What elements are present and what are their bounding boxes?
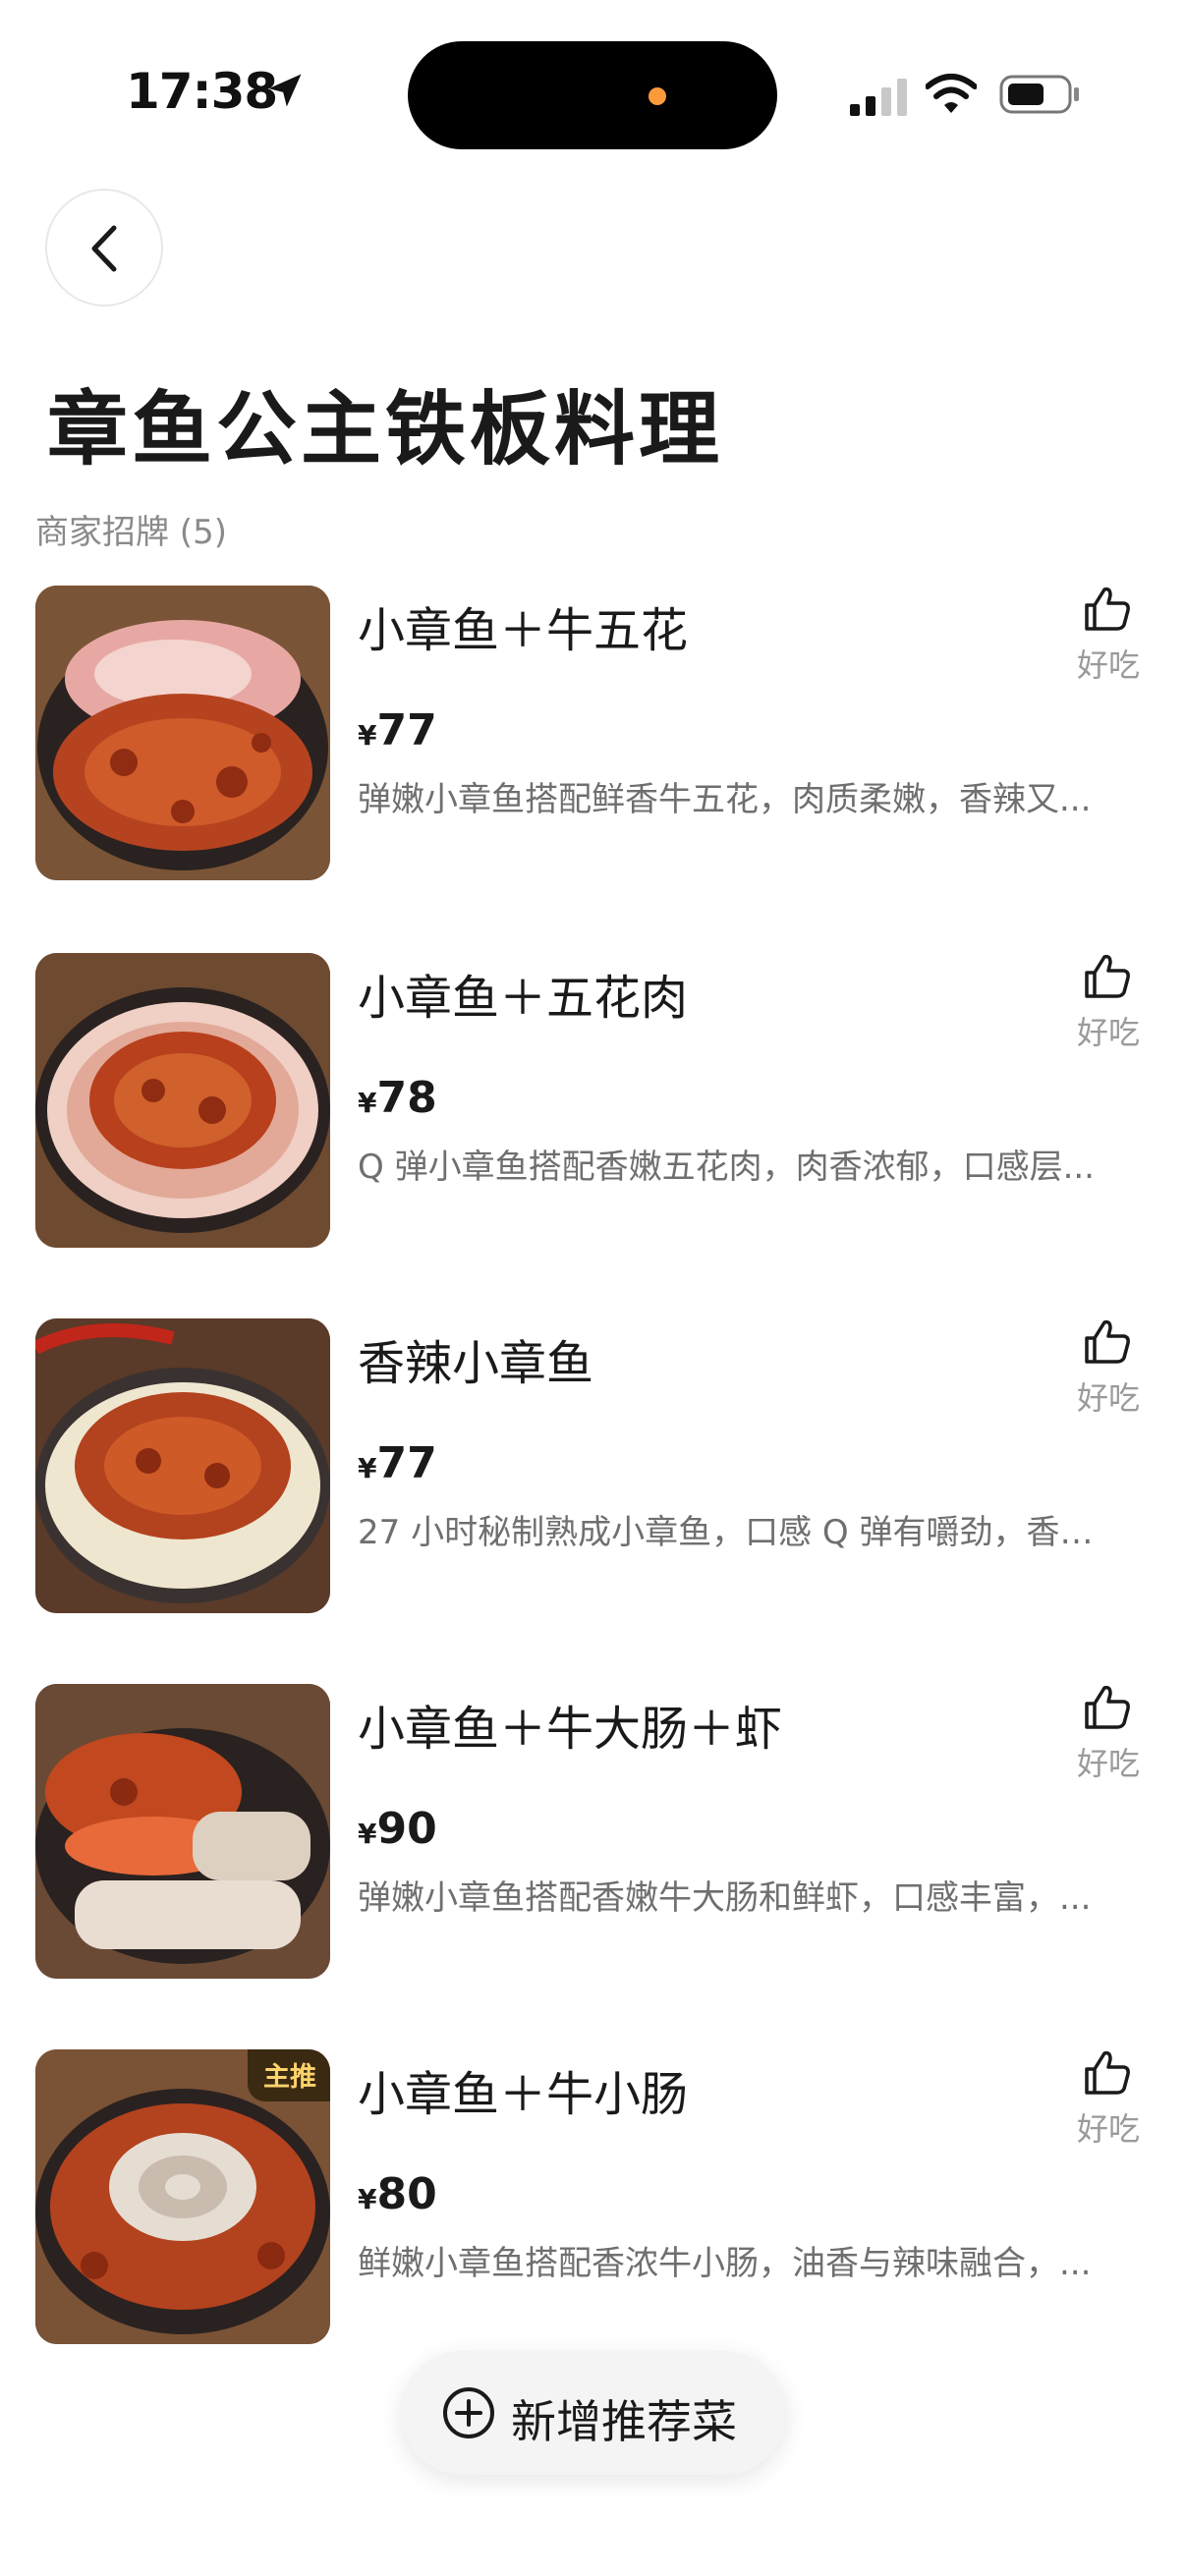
list-item[interactable]: 小章鱼＋牛五花 好吃 ¥77 弹嫩小章鱼搭配鲜香牛五花，肉质柔嫩，香辣又... bbox=[0, 586, 1185, 890]
dish-name: 小章鱼＋五花肉 bbox=[358, 971, 689, 1026]
location-arrow-icon bbox=[268, 74, 302, 107]
dish-description: 27 小时秘制熟成小章鱼，口感 Q 弹有嚼劲，香辣... bbox=[358, 1513, 1124, 1552]
privacy-indicator-dot bbox=[649, 87, 666, 105]
dish-photo bbox=[35, 586, 330, 880]
add-circle-icon bbox=[443, 2387, 494, 2438]
dish-price: ¥78 bbox=[358, 1073, 437, 1123]
currency-symbol: ¥ bbox=[358, 1087, 377, 1119]
like-label: 好吃 bbox=[1077, 2110, 1141, 2148]
dish-photo bbox=[35, 1318, 330, 1613]
price-value: 90 bbox=[376, 1804, 437, 1854]
like-button[interactable]: 好吃 bbox=[1061, 953, 1156, 1051]
thumbs-up-icon bbox=[1085, 1685, 1130, 1729]
section-label: 商家招牌 (5) bbox=[35, 513, 227, 552]
like-button[interactable]: 好吃 bbox=[1061, 1318, 1156, 1417]
dish-description: 鲜嫩小章鱼搭配香浓牛小肠，油香与辣味融合，... bbox=[358, 2244, 1092, 2283]
thumbs-up-icon bbox=[1085, 587, 1130, 631]
dish-name: 小章鱼＋牛五花 bbox=[358, 603, 689, 658]
thumbs-up-icon bbox=[1085, 1319, 1130, 1364]
dish-price: ¥90 bbox=[358, 1804, 437, 1854]
add-button-label: 新增推荐菜 bbox=[511, 2395, 737, 2448]
price-value: 80 bbox=[376, 2169, 437, 2219]
like-button[interactable]: 好吃 bbox=[1061, 1684, 1156, 1782]
like-label: 好吃 bbox=[1077, 1014, 1141, 1051]
thumbs-up-icon bbox=[1085, 2050, 1130, 2095]
currency-symbol: ¥ bbox=[358, 719, 377, 752]
battery-icon bbox=[999, 75, 1079, 114]
like-label: 好吃 bbox=[1077, 646, 1141, 684]
dish-photo bbox=[35, 953, 330, 1248]
dish-description: 弹嫩小章鱼搭配香嫩牛大肠和鲜虾，口感丰富，... bbox=[358, 1878, 1092, 1918]
back-button[interactable] bbox=[45, 189, 163, 307]
list-item[interactable]: 小章鱼＋五花肉 好吃 ¥78 Q 弹小章鱼搭配香嫩五花肉，肉香浓郁，口感层... bbox=[0, 953, 1185, 1258]
dish-description: 弹嫩小章鱼搭配鲜香牛五花，肉质柔嫩，香辣又... bbox=[358, 780, 1092, 819]
featured-badge: 主推 bbox=[248, 2049, 330, 2101]
dish-name: 小章鱼＋牛大肠＋虾 bbox=[358, 1702, 783, 1757]
list-item[interactable]: 小章鱼＋牛大肠＋虾 好吃 ¥90 弹嫩小章鱼搭配香嫩牛大肠和鲜虾，口感丰富，..… bbox=[0, 1684, 1185, 1988]
price-value: 78 bbox=[376, 1073, 437, 1123]
like-label: 好吃 bbox=[1077, 1379, 1141, 1417]
cellular-signal-icon bbox=[850, 79, 907, 116]
dish-price: ¥77 bbox=[358, 1438, 437, 1488]
dish-name: 香辣小章鱼 bbox=[358, 1336, 594, 1391]
dynamic-island bbox=[408, 41, 777, 149]
back-chevron-icon bbox=[91, 225, 117, 272]
dish-description: Q 弹小章鱼搭配香嫩五花肉，肉香浓郁，口感层... bbox=[358, 1148, 1095, 1187]
status-time: 17:38 bbox=[126, 63, 278, 120]
add-recommended-dish-button[interactable]: 新增推荐菜 bbox=[401, 2351, 786, 2475]
page-title: 章鱼公主铁板料理 bbox=[47, 383, 724, 476]
dish-photo: 主推 bbox=[35, 2049, 330, 2344]
list-item[interactable]: 香辣小章鱼 好吃 ¥77 27 小时秘制熟成小章鱼，口感 Q 弹有嚼劲，香辣..… bbox=[0, 1318, 1185, 1623]
like-button[interactable]: 好吃 bbox=[1061, 2049, 1156, 2148]
dish-price: ¥80 bbox=[358, 2169, 437, 2219]
dish-price: ¥77 bbox=[358, 705, 437, 756]
list-item[interactable]: 主推 小章鱼＋牛小肠 好吃 ¥80 鲜嫩小章鱼搭配香浓牛小肠，油香与辣味融合，.… bbox=[0, 2049, 1185, 2354]
currency-symbol: ¥ bbox=[358, 2183, 377, 2215]
dish-name: 小章鱼＋牛小肠 bbox=[358, 2067, 689, 2122]
like-label: 好吃 bbox=[1077, 1745, 1141, 1782]
dish-photo bbox=[35, 1684, 330, 1979]
currency-symbol: ¥ bbox=[358, 1452, 377, 1484]
currency-symbol: ¥ bbox=[358, 1818, 377, 1850]
like-button[interactable]: 好吃 bbox=[1061, 586, 1156, 684]
price-value: 77 bbox=[376, 1438, 437, 1488]
wifi-icon bbox=[926, 74, 977, 113]
thumbs-up-icon bbox=[1085, 954, 1130, 998]
price-value: 77 bbox=[376, 705, 437, 756]
